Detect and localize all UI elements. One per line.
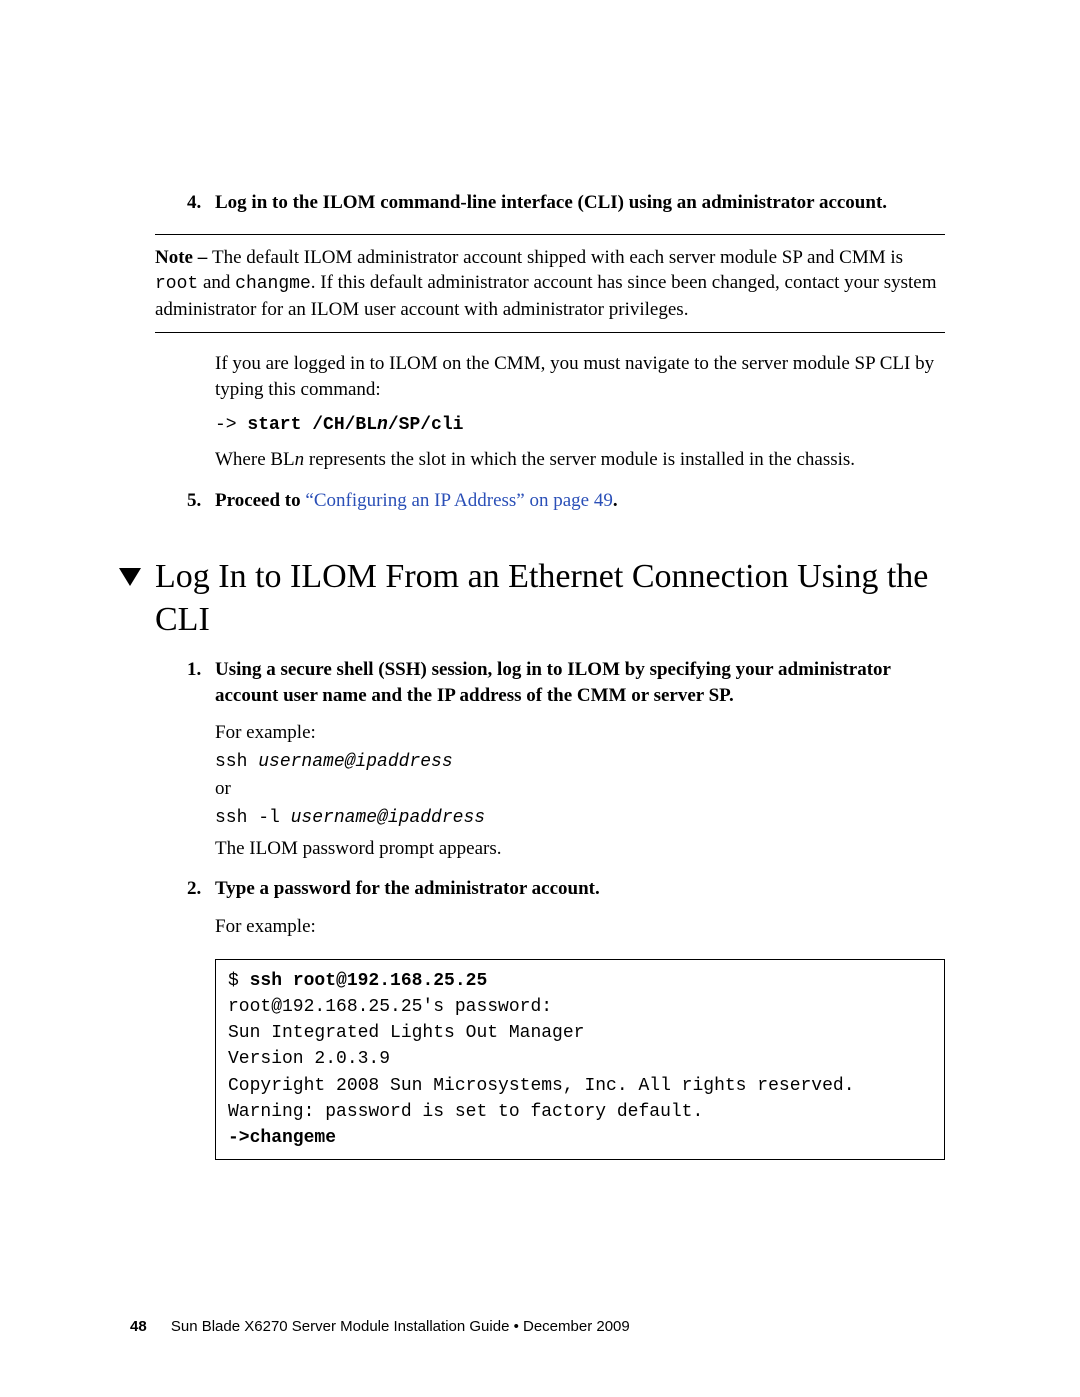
section-heading: Log In to ILOM From an Ethernet Connecti… bbox=[155, 556, 945, 641]
p2a: Where BL bbox=[215, 449, 295, 470]
step-4: 4. Log in to the ILOM command-line inter… bbox=[215, 190, 945, 216]
note-code1: root bbox=[155, 274, 198, 294]
page-number: 48 bbox=[130, 1318, 147, 1335]
cb-l6: Warning: password is set to factory defa… bbox=[228, 1102, 703, 1122]
for-example-2: For example: bbox=[215, 914, 945, 940]
step-number: 2. bbox=[187, 876, 201, 902]
cb-l5: Copyright 2008 Sun Microsystems, Inc. Al… bbox=[228, 1076, 855, 1096]
ssh-command-1: ssh username@ipaddress bbox=[215, 748, 945, 774]
terminal-output-box: $ ssh root@192.168.25.25 root@192.168.25… bbox=[215, 959, 945, 1160]
cmd-bold2: /SP/cli bbox=[388, 415, 464, 435]
password-prompt-text: The ILOM password prompt appears. bbox=[215, 836, 945, 862]
triangle-icon bbox=[119, 568, 141, 586]
cb-l3: Sun Integrated Lights Out Manager bbox=[228, 1023, 584, 1043]
ssh-l: ssh -l bbox=[215, 808, 291, 828]
note-rule-bottom bbox=[155, 332, 945, 333]
note-label: Note – bbox=[155, 247, 212, 268]
step-5: 5. Proceed to “Configuring an IP Address… bbox=[215, 488, 945, 514]
heading-text: Log In to ILOM From an Ethernet Connecti… bbox=[155, 558, 928, 638]
p2c: represents the slot in which the server … bbox=[304, 449, 855, 470]
ssh-command-2: ssh -l username@ipaddress bbox=[215, 804, 945, 830]
p2b: n bbox=[295, 449, 305, 470]
cb-l1a: $ bbox=[228, 971, 250, 991]
step-text: Using a secure shell (SSH) session, log … bbox=[215, 659, 891, 706]
step-number: 5. bbox=[187, 488, 201, 514]
post-note-paragraph: If you are logged in to ILOM on the CMM,… bbox=[215, 351, 945, 402]
cmd-n: n bbox=[377, 415, 388, 435]
note-code2: changme bbox=[235, 274, 311, 294]
page-footer: 48 Sun Blade X6270 Server Module Install… bbox=[130, 1317, 945, 1337]
or-text: or bbox=[215, 776, 945, 802]
cb-l1b: ssh root@192.168.25.25 bbox=[250, 971, 488, 991]
note-t2: and bbox=[198, 272, 235, 293]
cb-l2: root@192.168.25.25's password: bbox=[228, 997, 552, 1017]
command-line: -> start /CH/BLn/SP/cli bbox=[215, 413, 945, 437]
step-number: 1. bbox=[187, 657, 201, 683]
for-example-1: For example: bbox=[215, 720, 945, 746]
step-text: Log in to the ILOM command-line interfac… bbox=[215, 192, 887, 213]
page-content: 4. Log in to the ILOM command-line inter… bbox=[215, 190, 945, 1160]
note-rule-top bbox=[155, 234, 945, 235]
cmd-prefix: -> bbox=[215, 415, 247, 435]
step5-suffix: . bbox=[613, 490, 618, 511]
step5-prefix: Proceed to bbox=[215, 490, 305, 511]
step-2: 2. Type a password for the administrator… bbox=[215, 876, 945, 902]
slot-explanation: Where BLn represents the slot in which t… bbox=[215, 447, 945, 473]
ssh-arg: username@ipaddress bbox=[258, 752, 452, 772]
note-text: Note – The default ILOM administrator ac… bbox=[155, 245, 945, 323]
step-text: Type a password for the administrator ac… bbox=[215, 878, 600, 899]
step-number: 4. bbox=[187, 190, 201, 216]
step-1: 1. Using a secure shell (SSH) session, l… bbox=[215, 657, 945, 708]
cmd-bold1: start /CH/BL bbox=[247, 415, 377, 435]
note-t1: The default ILOM administrator account s… bbox=[212, 247, 903, 268]
cb-l7: ->changeme bbox=[228, 1128, 336, 1148]
cross-reference-link[interactable]: “Configuring an IP Address” on page 49 bbox=[305, 490, 612, 511]
document-page: 4. Log in to the ILOM command-line inter… bbox=[0, 0, 1080, 1397]
note-block: Note – The default ILOM administrator ac… bbox=[155, 245, 945, 323]
ssh: ssh bbox=[215, 752, 258, 772]
cb-l4: Version 2.0.3.9 bbox=[228, 1049, 390, 1069]
ssh-l-arg: username@ipaddress bbox=[291, 808, 485, 828]
footer-text: Sun Blade X6270 Server Module Installati… bbox=[171, 1318, 630, 1335]
